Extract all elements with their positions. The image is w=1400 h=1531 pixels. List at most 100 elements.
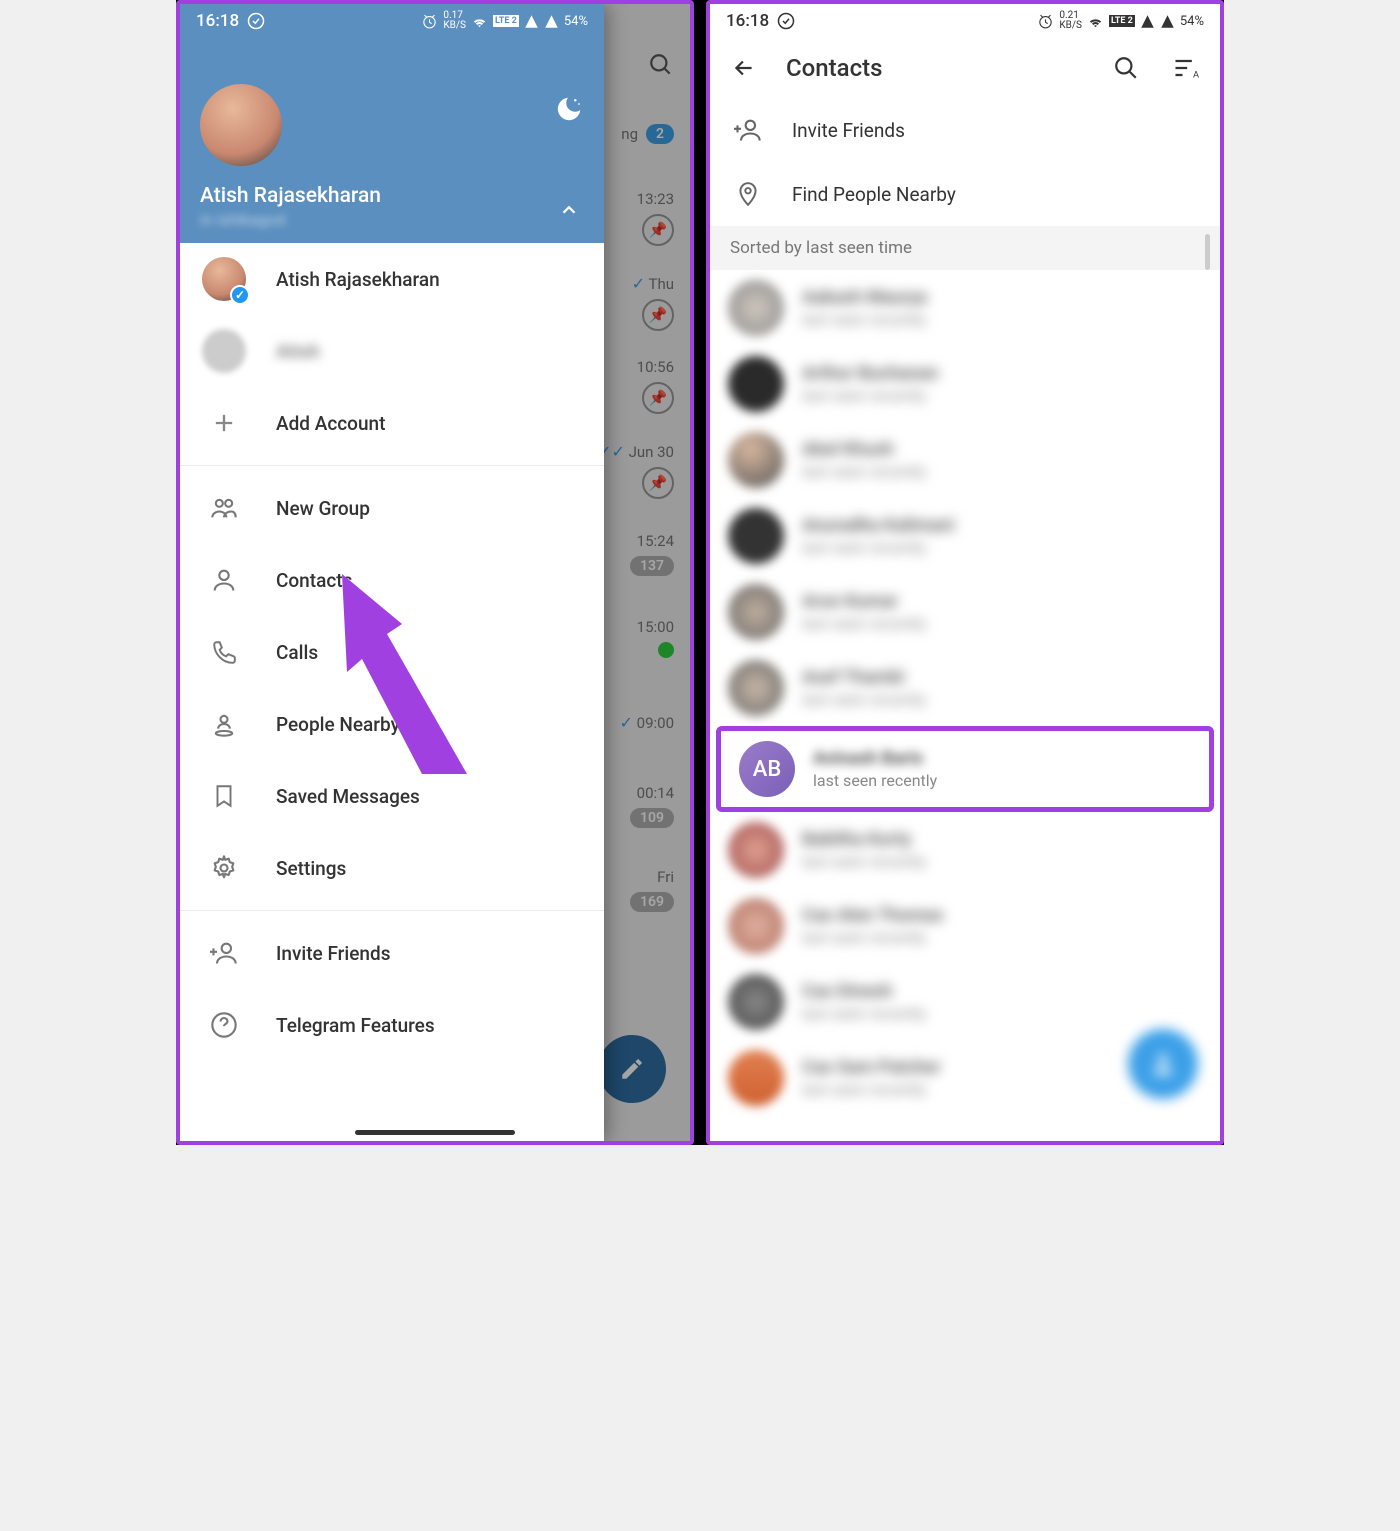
highlighted-contact[interactable]: AB Avinash Baris last seen recently — [716, 726, 1214, 812]
check-circle-icon — [247, 12, 265, 30]
add-account-label: Add Account — [276, 412, 385, 435]
home-indicator — [355, 1130, 515, 1135]
contact-status: last seen recently — [802, 690, 926, 709]
menu-new-group[interactable]: New Group — [180, 472, 604, 544]
drawer-phone-number: in ishikagod — [200, 210, 584, 229]
contact-status: last seen recently — [813, 771, 937, 790]
contact-row[interactable]: Arthur Buchanan last seen recently — [710, 346, 1220, 422]
contact-status: last seen recently — [802, 614, 926, 633]
menu-telegram-features[interactable]: Telegram Features — [180, 989, 604, 1061]
bookmark-icon — [202, 774, 246, 818]
alarm-icon — [421, 13, 438, 30]
add-person-icon — [202, 931, 246, 975]
drawer-user-name: Atish Rajasekharan — [200, 184, 584, 208]
menu-settings[interactable]: Settings — [180, 832, 604, 904]
profile-avatar[interactable] — [200, 84, 282, 166]
contact-row[interactable]: Anuradha Kalimani last seen recently — [710, 498, 1220, 574]
contact-name: Cas Alen Thomas — [802, 905, 943, 926]
contact-status: last seen recently — [802, 538, 955, 557]
add-account-row[interactable]: Add Account — [180, 387, 604, 459]
option-find-nearby[interactable]: Find People Nearby — [710, 162, 1220, 226]
account-item-secondary[interactable]: Atish — [180, 315, 604, 387]
contact-row[interactable]: Cas Dineshlast seen recently — [710, 964, 1220, 1040]
svg-text:A: A — [1193, 69, 1199, 80]
signal-icon — [1140, 14, 1155, 29]
signal-icon — [524, 14, 539, 29]
help-icon — [202, 1003, 246, 1047]
alarm-icon — [1037, 13, 1054, 30]
menu-invite-friends[interactable]: Invite Friends — [180, 917, 604, 989]
search-button[interactable] — [1108, 50, 1144, 86]
expand-accounts-chevron-icon[interactable] — [558, 199, 580, 221]
option-invite-friends[interactable]: Invite Friends — [710, 98, 1220, 162]
contact-row[interactable]: Babitha Kurty last seen recently — [710, 812, 1220, 888]
contact-avatar — [728, 660, 784, 716]
contact-name: Cas Dinesh — [802, 981, 926, 1002]
contact-name: Asef Thambi — [802, 667, 926, 688]
contact-status: last seen recently — [802, 852, 926, 871]
contact-status: last seen recently — [802, 462, 926, 481]
menu-calls[interactable]: Calls — [180, 616, 604, 688]
contact-row[interactable]: Abel Khush last seen recently — [710, 422, 1220, 498]
check-circle-icon — [777, 12, 795, 30]
group-icon — [202, 486, 246, 530]
contact-name: Aakash Maurya — [802, 287, 927, 308]
contact-avatar — [728, 1050, 784, 1106]
contact-avatar-initials: AB — [739, 741, 795, 797]
person-icon — [202, 558, 246, 602]
verified-badge-icon — [230, 285, 250, 305]
contact-avatar — [728, 280, 784, 336]
contact-name: Arthur Buchanan — [802, 363, 938, 384]
contact-row[interactable]: Asef Thambi last seen recently — [710, 650, 1220, 726]
sort-button[interactable]: A — [1168, 50, 1204, 86]
location-icon — [732, 178, 764, 210]
contact-avatar — [728, 432, 784, 488]
page-title: Contacts — [786, 54, 1084, 82]
phone-icon — [202, 630, 246, 674]
contact-avatar — [728, 356, 784, 412]
navigation-drawer: 16:18 0.17KB/S LTE 2 54% — [180, 4, 604, 1141]
contact-status: last seen recently — [802, 310, 927, 329]
night-mode-toggle[interactable] — [554, 94, 584, 124]
contact-name: Anuradha Kalimani — [802, 515, 955, 536]
drawer-header: Atish Rajasekharan in ishikagod — [180, 38, 604, 243]
wifi-icon — [471, 13, 488, 30]
contact-name: Arun Kumar — [802, 591, 926, 612]
left-phone-frame: ng2 13:23📌 ✓ Thu📌 10:56📌 ✓✓ Jun 30📌 15:2… — [176, 0, 694, 1145]
contact-status: last seen recently — [802, 928, 943, 947]
contacts-header: Contacts A — [710, 38, 1220, 98]
right-phone-frame: 16:18 0.21KB/S LTE 2 54% Contacts — [706, 0, 1224, 1145]
menu-saved-messages[interactable]: Saved Messages — [180, 760, 604, 832]
contact-name: Babitha Kurty — [802, 829, 926, 850]
account-item-primary[interactable]: Atish Rajasekharan — [180, 243, 604, 315]
status-time: 16:18 — [196, 11, 239, 31]
status-battery: 54% — [564, 14, 588, 29]
contact-avatar — [728, 898, 784, 954]
wifi-icon — [1087, 13, 1104, 30]
status-bar: 16:18 0.21KB/S LTE 2 54% — [710, 4, 1220, 38]
plus-icon — [202, 401, 246, 445]
contact-avatar — [728, 822, 784, 878]
contact-row[interactable]: Cas Alen Thomas last seen recently — [710, 888, 1220, 964]
signal-icon-2 — [1160, 14, 1175, 29]
account-name: Atish — [276, 340, 320, 363]
contact-name: Cas Sam Patcher — [802, 1057, 941, 1078]
account-name: Atish Rajasekharan — [276, 268, 440, 291]
status-time: 16:18 — [726, 11, 769, 31]
signal-icon-2 — [544, 14, 559, 29]
nearby-icon — [202, 702, 246, 746]
contact-row[interactable]: Aakash Maurya last seen recently — [710, 270, 1220, 346]
contact-avatar — [728, 974, 784, 1030]
contact-status: last seen recently — [802, 386, 938, 405]
contact-name: Abel Khush — [802, 439, 926, 460]
add-contact-fab[interactable] — [1128, 1029, 1198, 1099]
sort-header: Sorted by last seen time — [710, 226, 1220, 270]
menu-people-nearby[interactable]: People Nearby — [180, 688, 604, 760]
menu-contacts[interactable]: Contacts — [180, 544, 604, 616]
account-avatar — [202, 329, 246, 373]
back-button[interactable] — [726, 50, 762, 86]
account-avatar — [202, 257, 246, 301]
contact-row[interactable]: Arun Kumar last seen recently — [710, 574, 1220, 650]
contacts-list: Aakash Mauryalast seen recentlyArthur Bu… — [710, 270, 1220, 726]
contact-status: last seen recently — [802, 1080, 941, 1099]
